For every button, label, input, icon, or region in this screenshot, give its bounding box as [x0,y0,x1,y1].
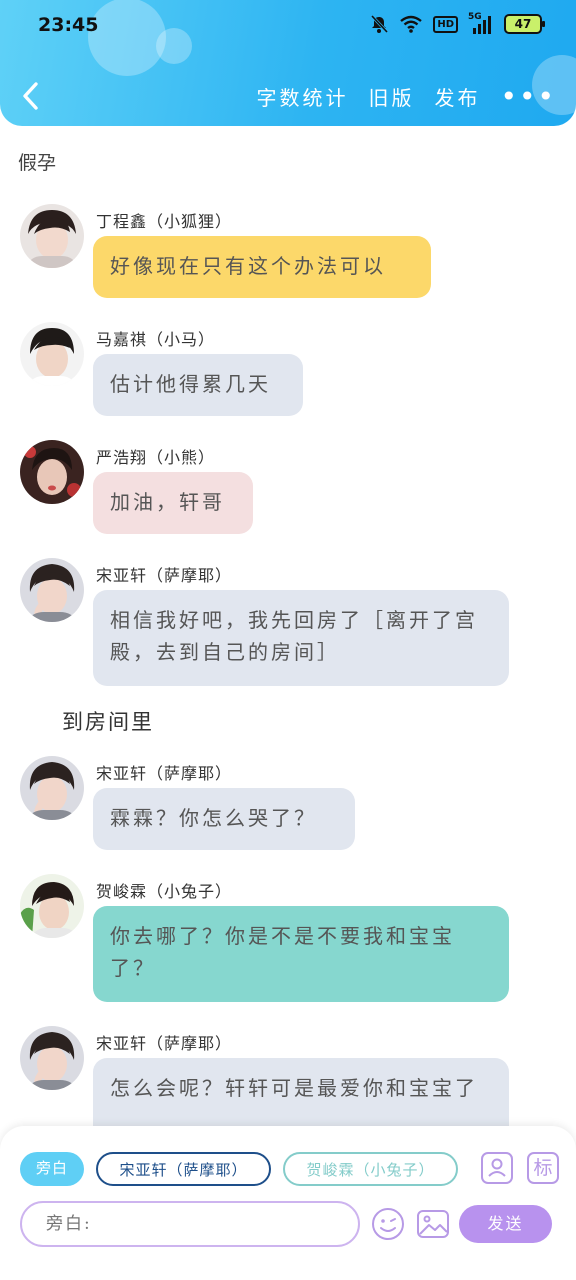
image-button[interactable] [415,1206,451,1242]
avatar[interactable] [20,558,84,622]
sender-name: 宋亚轩（萨摩耶） [96,764,233,783]
message-bubble[interactable]: 你去哪了？你是不是不要我和宝宝了？ [93,906,509,1002]
tag-icon: 标 [533,1157,553,1179]
chevron-left-icon [23,82,38,110]
back-button[interactable] [18,78,48,114]
narration-text[interactable]: 到房间里 [62,706,154,736]
signal-label: 5G [468,12,482,22]
top-bar: 23:45 HD 5G 47 字数统计 旧版 发布 ••• [0,0,576,126]
avatar[interactable] [20,874,84,938]
image-icon [417,1210,449,1238]
person-icon [488,1158,506,1177]
old-version-button[interactable]: 旧版 [368,82,414,111]
role-chip-he-junlin[interactable]: 贺峻霖（小兔子） [283,1152,458,1186]
send-button[interactable]: 发送 [459,1205,552,1243]
message-bubble[interactable]: 好像现在只有这个办法可以 [93,236,431,298]
sender-name: 严浩翔（小熊） [96,448,216,467]
role-chip-song-yaxuan[interactable]: 宋亚轩（萨摩耶） [96,1152,271,1186]
status-icons: HD 5G 47 [369,12,545,34]
mute-bell-icon [371,14,389,34]
composer-panel: 旁白 宋亚轩（萨摩耶） 贺峻霖（小兔子） 标 发送 [0,1126,576,1280]
battery-indicator: 47 [504,14,545,34]
message-bubble[interactable]: 相信我好吧，我先回房了［离开了宫殿，去到自己的房间］ [93,590,509,686]
role-chip-narration[interactable]: 旁白 [20,1152,84,1186]
signal-icon: 5G [468,12,494,34]
sender-name: 贺峻霖（小兔子） [96,882,233,901]
narration-input[interactable] [20,1201,360,1247]
status-time: 23:45 [38,14,99,36]
message-bubble[interactable]: 估计他得累几天 [93,354,303,416]
story-title: 假孕 [18,152,57,174]
chat-area[interactable]: 假孕 丁程鑫（小狐狸） 好像现在只有这个办法可以 马嘉祺（小马） 估计他得累几天… [0,126,576,1126]
avatar[interactable] [20,756,84,820]
sender-name: 宋亚轩（萨摩耶） [96,566,233,585]
publish-button[interactable]: 发布 [434,82,480,111]
emoji-button[interactable] [370,1206,406,1242]
avatar[interactable] [20,440,84,504]
sender-name: 丁程鑫（小狐狸） [96,212,233,231]
sender-name: 马嘉祺（小马） [96,330,216,349]
message-bubble[interactable]: 霖霖？你怎么哭了？ [93,788,355,850]
hd-badge: HD [433,15,458,33]
character-select-button[interactable] [481,1152,513,1184]
more-options-icon[interactable]: ••• [500,82,556,110]
wifi-icon [400,15,423,33]
message-bubble[interactable]: 怎么会呢？轩轩可是最爱你和宝宝了 [93,1058,509,1126]
tag-button[interactable]: 标 [527,1152,559,1184]
avatar[interactable] [20,1026,84,1090]
smile-icon [372,1208,404,1240]
word-count-button[interactable]: 字数统计 [256,82,348,111]
message-bubble[interactable]: 加油，轩哥 [93,472,253,534]
avatar[interactable] [20,204,84,268]
status-bar: 23:45 HD 5G 47 [0,0,576,50]
avatar[interactable] [20,322,84,386]
sender-name: 宋亚轩（萨摩耶） [96,1034,233,1053]
header-actions: 字数统计 旧版 发布 ••• [256,82,556,111]
